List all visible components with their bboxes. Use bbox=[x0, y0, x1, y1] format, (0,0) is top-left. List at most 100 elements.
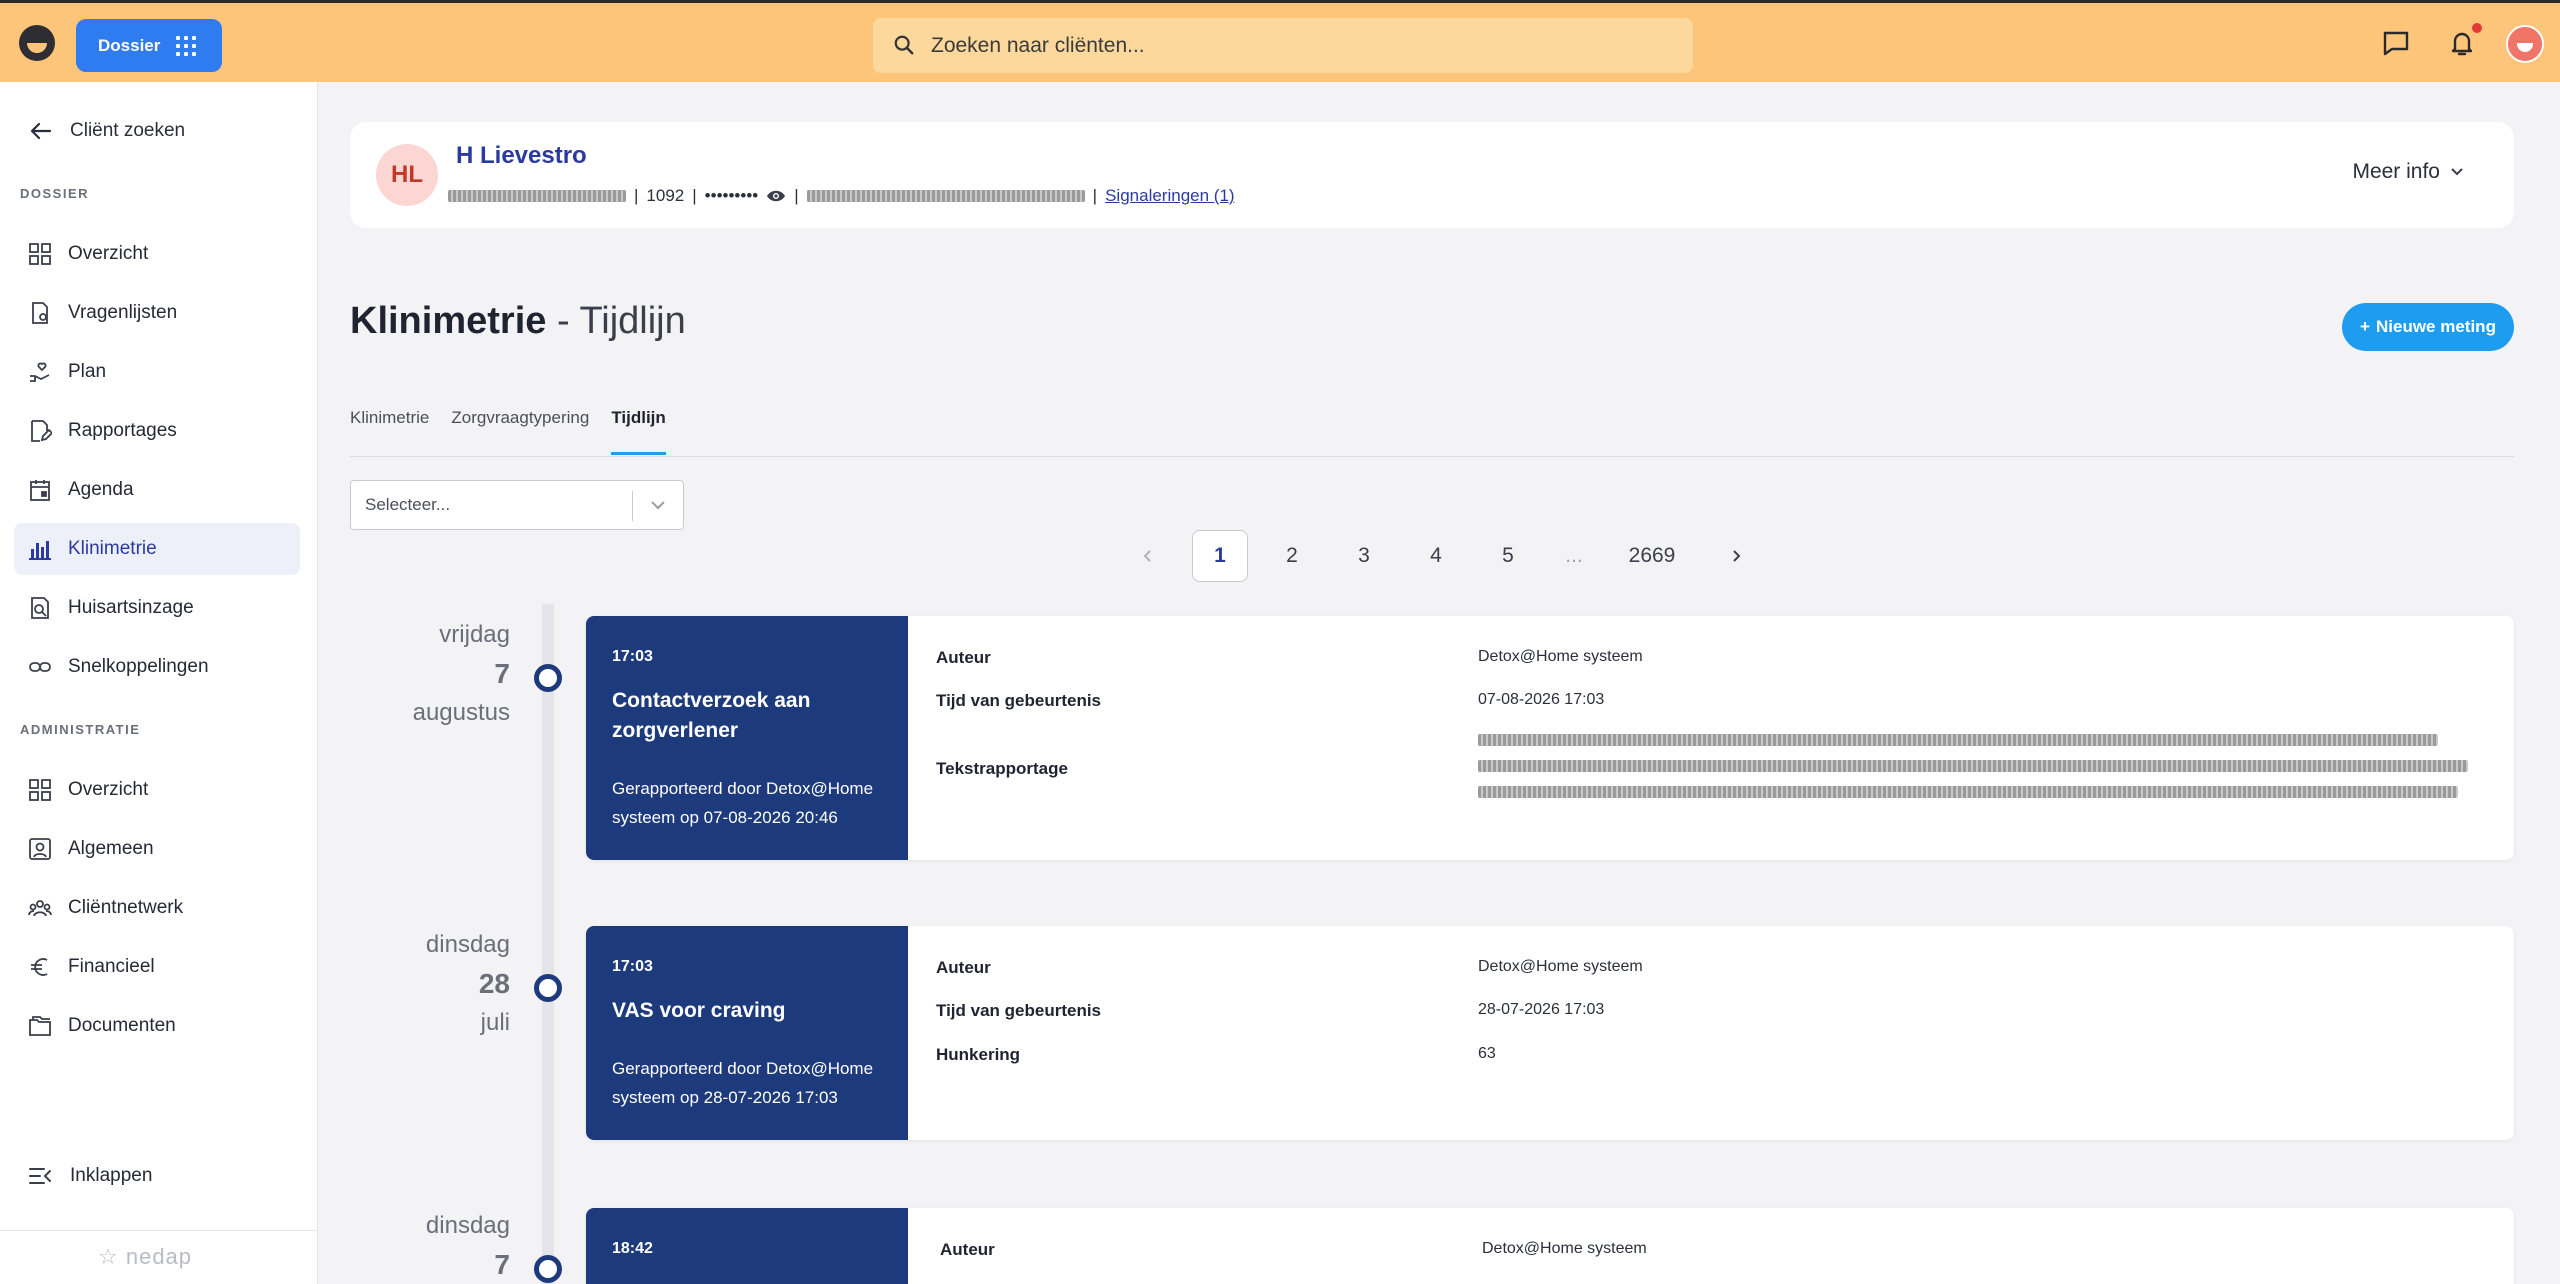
report-icon bbox=[31, 420, 52, 442]
nav-label: Financieel bbox=[68, 956, 155, 977]
sidebar-item-vragenlijsten[interactable]: Vragenlijsten bbox=[14, 287, 300, 339]
nedap-logo: ☆ nedap bbox=[98, 1244, 193, 1269]
pagination-page[interactable]: 1 bbox=[1192, 530, 1248, 582]
client-postcode: 1092 bbox=[646, 186, 685, 205]
timeline-date: vrijdag 7 augustus bbox=[380, 615, 510, 732]
detail-value: Detox@Home systeem bbox=[1478, 958, 1643, 975]
timeline-dot bbox=[534, 974, 562, 1002]
back-to-client-search[interactable]: Cliënt zoeken bbox=[30, 120, 185, 142]
chevron-left-icon bbox=[1143, 550, 1151, 562]
pagination-page[interactable]: 4 bbox=[1400, 530, 1472, 582]
new-measurement-button[interactable]: + Nieuwe meting bbox=[2342, 303, 2514, 351]
timeline-day: 28 bbox=[478, 968, 510, 999]
nav-label: Klinimetrie bbox=[68, 538, 157, 559]
filter-select[interactable]: Selecteer... bbox=[350, 480, 684, 530]
timeline-date: dinsdag 28 juli bbox=[380, 925, 510, 1042]
timeline-dot bbox=[534, 664, 562, 692]
doctor-doc-icon bbox=[31, 597, 49, 619]
collapse-sidebar-button[interactable]: Inklappen bbox=[28, 1164, 152, 1188]
entry-time: 17:03 bbox=[612, 648, 653, 665]
client-bsn: ••••••••• bbox=[704, 186, 759, 205]
detail-key: Auteur bbox=[936, 648, 991, 667]
user-avatar[interactable] bbox=[2506, 25, 2544, 63]
sidebar-divider bbox=[0, 1230, 318, 1231]
sidebar-item-financieel[interactable]: Financieel bbox=[14, 941, 300, 993]
timeline-month: juli bbox=[480, 1009, 510, 1036]
timeline-entry[interactable]: 17:03 VAS voor craving Gerapporteerd doo… bbox=[586, 926, 2514, 1140]
chat-icon[interactable] bbox=[2380, 27, 2412, 59]
app-logo-icon[interactable] bbox=[19, 25, 55, 61]
meer-info-label: Meer info bbox=[2352, 160, 2440, 183]
detail-value: 07-08-2026 17:03 bbox=[1478, 691, 1605, 708]
timeline-weekday: dinsdag bbox=[425, 931, 510, 958]
page-title-bold: Klinimetrie bbox=[350, 300, 547, 342]
person-card-icon bbox=[29, 838, 51, 860]
tab-klinimetrie[interactable]: Klinimetrie bbox=[350, 408, 429, 456]
client-meta: | 1092 | ••••••••• | | Signaleringen (1) bbox=[448, 186, 1235, 206]
pagination-prev[interactable] bbox=[1112, 530, 1184, 582]
pagination-page[interactable]: 2 bbox=[1256, 530, 1328, 582]
sidebar-item-rapportages[interactable]: Rapportages bbox=[14, 405, 300, 457]
sidebar-item-admin-overzicht[interactable]: Overzicht bbox=[14, 764, 300, 816]
signaleringen-link[interactable]: Signaleringen (1) bbox=[1105, 186, 1234, 206]
tab-zorgvraagtypering[interactable]: Zorgvraagtypering bbox=[451, 408, 589, 456]
select-separator bbox=[632, 491, 633, 521]
tabs-divider bbox=[350, 456, 2514, 457]
sidebar-item-documenten[interactable]: Documenten bbox=[14, 1000, 300, 1052]
entry-title: VAS voor craving bbox=[612, 999, 786, 1022]
nav-label: Algemeen bbox=[68, 838, 154, 859]
link-icon bbox=[29, 662, 51, 672]
pagination-ellipsis: ... bbox=[1565, 544, 1583, 567]
sidebar-item-overzicht[interactable]: Overzicht bbox=[14, 228, 300, 280]
client-avatar: HL bbox=[376, 144, 438, 206]
sidebar-item-clientnetwerk[interactable]: Cliëntnetwerk bbox=[14, 882, 300, 934]
meer-info-button[interactable]: Meer info bbox=[2352, 160, 2464, 184]
nav-label: Overzicht bbox=[68, 779, 149, 800]
redacted-birthdate bbox=[448, 190, 626, 202]
timeline-day: 7 bbox=[494, 658, 510, 689]
euro-icon bbox=[31, 958, 48, 976]
collapse-label: Inklappen bbox=[70, 1165, 153, 1186]
pagination-page-last[interactable]: 2669 bbox=[1604, 530, 1700, 582]
client-name[interactable]: H Lievestro bbox=[456, 142, 587, 170]
collapse-icon bbox=[29, 1168, 51, 1184]
timeline-entry[interactable]: 18:42 Auteur Detox@Home systeem bbox=[586, 1208, 2514, 1284]
client-search-input[interactable]: Zoeken naar cliënten... bbox=[873, 18, 1693, 73]
section-dossier-label: DOSSIER bbox=[20, 186, 90, 201]
sidebar-item-plan[interactable]: Plan bbox=[14, 346, 300, 398]
detail-value: Detox@Home systeem bbox=[1482, 1240, 1647, 1257]
nav-label: Documenten bbox=[68, 1015, 176, 1036]
eye-icon[interactable] bbox=[766, 189, 786, 203]
sidebar-item-agenda[interactable]: Agenda bbox=[14, 464, 300, 516]
pagination-page[interactable]: 5 bbox=[1472, 530, 1544, 582]
timeline-entry[interactable]: 17:03 Contactverzoek aan zorgverlener Ge… bbox=[586, 616, 2514, 860]
pagination-page[interactable]: 3 bbox=[1328, 530, 1400, 582]
pagination-next[interactable] bbox=[1700, 530, 1772, 582]
detail-key: Auteur bbox=[936, 958, 991, 977]
dossier-menu-button[interactable]: Dossier bbox=[76, 19, 222, 72]
nav-label: Huisartsinzage bbox=[68, 597, 194, 618]
hand-heart-icon bbox=[30, 362, 50, 382]
chevron-down-icon bbox=[651, 501, 665, 510]
detail-value: 28-07-2026 17:03 bbox=[1478, 1001, 1605, 1018]
entry-summary: 17:03 Contactverzoek aan zorgverlener Ge… bbox=[586, 616, 908, 860]
sidebar-item-algemeen[interactable]: Algemeen bbox=[14, 823, 300, 875]
pagination: 1 2 3 4 5 ... 2669 bbox=[1112, 530, 1772, 582]
timeline-dot bbox=[534, 1255, 562, 1283]
search-icon bbox=[894, 35, 914, 55]
nav-label: Vragenlijsten bbox=[68, 302, 178, 323]
timeline-month: augustus bbox=[412, 699, 510, 726]
detail-value: Detox@Home systeem bbox=[1478, 648, 1643, 665]
sidebar-item-huisartsinzage[interactable]: Huisartsinzage bbox=[14, 582, 300, 634]
sidebar-item-klinimetrie[interactable]: Klinimetrie bbox=[14, 523, 300, 575]
page-title-rest: - Tijdlijn bbox=[546, 300, 686, 342]
detail-key: Tijd van gebeurtenis bbox=[936, 691, 1102, 710]
section-admin-label: ADMINISTRATIE bbox=[20, 722, 141, 737]
sidebar-item-snelkoppelingen[interactable]: Snelkoppelingen bbox=[14, 641, 300, 693]
chart-icon bbox=[29, 541, 51, 560]
page-title: Klinimetrie - Tijdlijn bbox=[350, 300, 686, 343]
search-placeholder: Zoeken naar cliënten... bbox=[931, 33, 1145, 57]
tab-tijdlijn[interactable]: Tijdlijn bbox=[611, 408, 667, 456]
redacted-address bbox=[806, 190, 1085, 202]
timeline-weekday: vrijdag bbox=[439, 621, 510, 648]
